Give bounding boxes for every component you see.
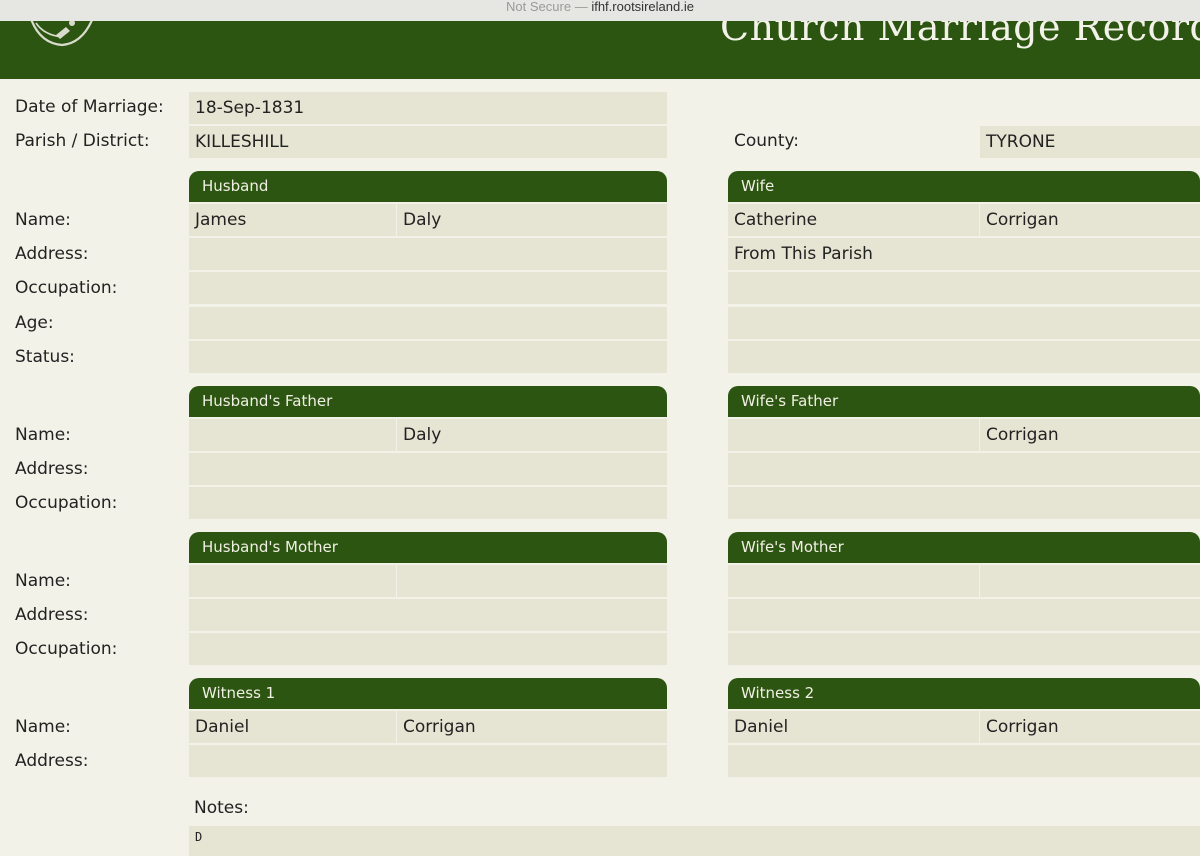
husband-first-name: James	[189, 204, 396, 236]
husbands-father-first-name	[189, 419, 396, 451]
notes-value: D	[189, 826, 1200, 856]
husband-surname: Daly	[397, 204, 667, 236]
husbands-father-address	[189, 453, 667, 485]
wife-section-header: Wife	[728, 171, 1200, 202]
wife-age	[728, 307, 1200, 339]
husband-status	[189, 341, 667, 373]
url-separator: —	[571, 0, 592, 14]
status-label: Status:	[15, 347, 75, 367]
notes-label: Notes:	[194, 798, 249, 818]
page-title: Church Marriage Record	[720, 21, 1200, 49]
wifes-father-first-name	[728, 419, 979, 451]
address-label: Address:	[15, 751, 89, 771]
address-label: Address:	[15, 244, 89, 264]
wife-first-name: Catherine	[728, 204, 979, 236]
witness-2-address	[728, 745, 1200, 777]
husbands-mother-first-name	[189, 565, 396, 597]
date-of-marriage-value: 18-Sep-1831	[189, 92, 667, 124]
occupation-label: Occupation:	[15, 278, 118, 298]
wifes-mother-address	[728, 599, 1200, 631]
husbands-father-occupation	[189, 487, 667, 519]
page-header: Church Marriage Record	[0, 21, 1200, 79]
parish-district-label: Parish / District:	[15, 131, 150, 151]
county-value: TYRONE	[980, 126, 1200, 158]
wifes-father-surname: Corrigan	[980, 419, 1200, 451]
wifes-mother-first-name	[728, 565, 979, 597]
husbands-mother-surname	[397, 565, 667, 597]
wifes-mother-occupation	[728, 633, 1200, 665]
age-label: Age:	[15, 313, 54, 333]
wifes-mother-surname	[980, 565, 1200, 597]
witness-2-section-header: Witness 2	[728, 678, 1200, 709]
husband-address	[189, 238, 667, 270]
witness-1-surname: Corrigan	[397, 711, 667, 743]
society-emblem-icon	[30, 21, 93, 47]
address-label: Address:	[15, 459, 89, 479]
witness-1-address	[189, 745, 667, 777]
occupation-label: Occupation:	[15, 639, 118, 659]
husbands-mother-section-header: Husband's Mother	[189, 532, 667, 563]
name-label: Name:	[15, 425, 71, 445]
husbands-mother-occupation	[189, 633, 667, 665]
url-host: ifhf.rootsireland.ie	[591, 0, 694, 14]
wifes-father-occupation	[728, 487, 1200, 519]
husbands-mother-address	[189, 599, 667, 631]
husband-occupation	[189, 272, 667, 304]
wife-address: From This Parish	[728, 238, 1200, 270]
wifes-father-section-header: Wife's Father	[728, 386, 1200, 417]
address-label: Address:	[15, 605, 89, 625]
wife-surname: Corrigan	[980, 204, 1200, 236]
date-of-marriage-label: Date of Marriage:	[15, 97, 164, 117]
husbands-father-surname: Daly	[397, 419, 667, 451]
husbands-father-section-header: Husband's Father	[189, 386, 667, 417]
browser-url-bar[interactable]: Not Secure — ifhf.rootsireland.ie	[0, 0, 1200, 22]
parish-district-value: KILLESHILL	[189, 126, 667, 158]
witness-1-first-name: Daniel	[189, 711, 396, 743]
husband-section-header: Husband	[189, 171, 667, 202]
name-label: Name:	[15, 717, 71, 737]
occupation-label: Occupation:	[15, 493, 118, 513]
witness-2-first-name: Daniel	[728, 711, 979, 743]
name-label: Name:	[15, 571, 71, 591]
name-label: Name:	[15, 210, 71, 230]
wifes-mother-section-header: Wife's Mother	[728, 532, 1200, 563]
security-status: Not Secure	[506, 0, 572, 14]
county-label: County:	[734, 131, 800, 151]
witness-1-section-header: Witness 1	[189, 678, 667, 709]
wifes-father-address	[728, 453, 1200, 485]
wife-occupation	[728, 272, 1200, 304]
witness-2-surname: Corrigan	[980, 711, 1200, 743]
wife-status	[728, 341, 1200, 373]
husband-age	[189, 307, 667, 339]
